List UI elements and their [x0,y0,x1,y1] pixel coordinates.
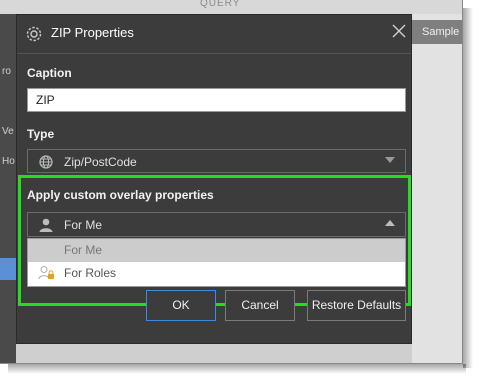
overlay-select-value: For Me [64,218,103,232]
background-selected-chip [0,258,16,280]
frame-shadow-right [463,8,473,368]
type-label: Type [27,127,55,141]
background-toolbar: QUERY [0,0,462,15]
dropdown-option-label: For Me [64,243,103,257]
caption-input[interactable]: ZIP [27,88,406,112]
frame-shadow-bottom [8,364,466,374]
chevron-down-icon [385,157,395,163]
type-select[interactable]: Zip/PostCode [27,149,406,173]
globe-icon [38,154,54,170]
overlay-select[interactable]: For Me [27,212,406,237]
close-button[interactable] [389,23,409,43]
background-query-label: QUERY [200,0,241,9]
type-select-value: Zip/PostCode [64,155,137,169]
zip-properties-dialog: ZIP Properties Caption ZIP Type Zip/Post… [16,14,412,344]
background-fragment: ro [2,66,11,77]
background-right-panel [412,14,462,363]
background-fragment: Ve [2,126,14,137]
ok-button[interactable]: OK [146,290,216,321]
overlay-label: Apply custom overlay properties [27,188,214,202]
background-sample-tab: Sample [412,20,462,44]
background-fragment: Ho [2,156,15,167]
dialog-title: ZIP Properties [51,25,134,40]
dropdown-option-label: For Roles [64,266,117,280]
close-icon [392,24,406,38]
dropdown-option-for-roles[interactable]: For Roles [28,262,405,285]
user-icon [38,217,54,233]
gear-icon [25,25,43,43]
cancel-button[interactable]: Cancel [225,290,295,321]
dropdown-option-for-me[interactable]: For Me [28,239,405,262]
dialog-titlebar: ZIP Properties [17,15,411,54]
overlay-dropdown-list: For Me For Roles [27,238,406,287]
caption-label: Caption [27,66,72,80]
background-left-panel: ro Ve Ho [0,14,16,363]
screenshot-frame: QUERY ro Ve Ho Sample ZIP Properties Cap… [0,0,463,364]
restore-defaults-button[interactable]: Restore Defaults [307,290,406,321]
chevron-up-icon [385,220,395,226]
user-lock-icon [38,265,56,281]
